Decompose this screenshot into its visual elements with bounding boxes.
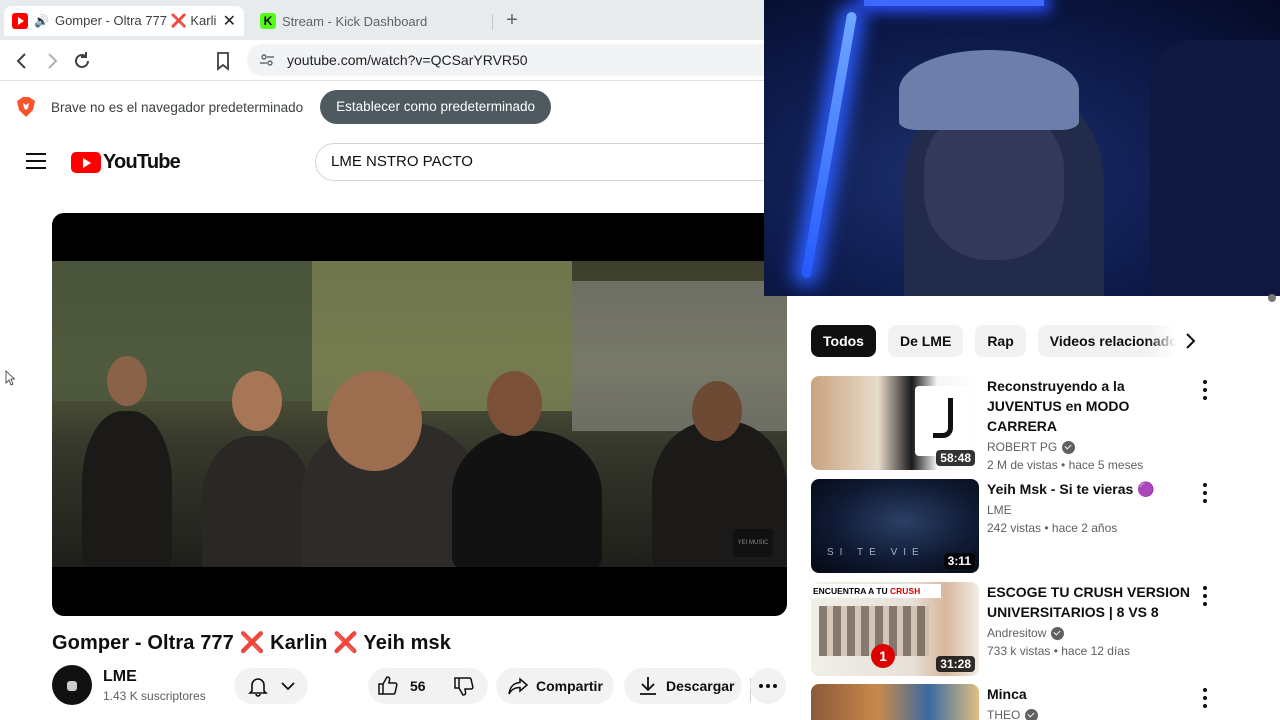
recommendation-item[interactable]: SI TE VIE 3:11 Yeih Msk - Si te vieras 🟣… [811,479,1231,573]
site-settings-icon[interactable] [259,52,275,68]
menu-icon[interactable] [26,153,46,169]
filter-chip-bar: Todos De LME Rap Videos relacionados [811,325,1176,357]
forward-icon[interactable] [40,49,64,73]
logo-wordmark: YouTube [103,151,181,173]
chevron-down-icon [281,682,295,691]
download-label: Descargar [666,678,735,694]
recommendation-item[interactable]: Minca THEO [811,684,1231,720]
tab-title: Stream - Kick Dashboard [282,13,428,29]
video-meta: 242 vistas • hace 2 años [987,521,1118,535]
rank-badge: 1 [871,644,895,668]
scrollbar-thumb[interactable] [1268,294,1276,302]
notification-button[interactable] [234,668,308,704]
back-icon[interactable] [10,49,34,73]
more-horizontal-icon [759,684,777,688]
more-vertical-icon[interactable] [1201,380,1209,400]
brave-lion-icon [17,97,35,117]
like-button[interactable]: 56 [368,668,751,704]
video-title[interactable]: Reconstruyendo a la JUVENTUS en MODO CAR… [987,376,1197,436]
video-duration: 58:48 [936,450,975,466]
video-owner-row: LME 1.43 K suscriptores 56 Compartir Des… [52,664,787,706]
speaker-icon[interactable]: 🔊 [34,14,49,28]
video-title: Gomper - Oltra 777 ❌ Karlin ❌ Yeih msk [52,632,451,654]
download-button[interactable]: Descargar [624,668,742,704]
video-thumbnail[interactable] [811,684,979,720]
video-title[interactable]: ESCOGE TU CRUSH VERSION UNIVERSITARIOS |… [987,582,1197,622]
download-icon [640,677,656,695]
video-thumbnail[interactable]: ENCUENTRA A TU CRUSH 1 31:28 [811,582,979,676]
thumbs-up-icon [378,676,398,695]
share-label: Compartir [536,678,603,694]
channel-name[interactable]: LME [103,668,137,686]
youtube-play-icon [71,152,101,173]
tab-title: Gomper - Oltra 777 ❌ Karlin [54,13,217,28]
recommendation-item[interactable]: 58:48 Reconstruyendo a la JUVENTUS en MO… [811,376,1231,472]
verified-badge-icon [1051,626,1065,640]
share-button[interactable]: Compartir [496,668,614,704]
verified-badge-icon [1025,708,1039,720]
chip-de-lme[interactable]: De LME [887,325,964,357]
more-vertical-icon[interactable] [1201,688,1209,708]
more-vertical-icon[interactable] [1201,483,1209,503]
channel-name[interactable]: LME [987,503,1012,517]
video-title[interactable]: Yeih Msk - Si te vieras 🟣 [987,479,1197,499]
video-duration: 31:28 [936,656,975,672]
url-text: youtube.com/watch?v=QCSarYRVR50 [287,52,528,68]
new-tab-button[interactable]: + [502,8,522,32]
set-default-button[interactable]: Establecer como predeterminado [320,90,552,124]
video-meta: 733 k vistas • hace 12 días [987,644,1130,658]
verified-badge-icon [1062,440,1076,454]
video-meta: 2 M de vistas • hace 5 meses [987,458,1144,472]
bookmark-icon[interactable] [211,49,235,73]
tab-kick-dashboard[interactable]: K Stream - Kick Dashboard [252,6,492,36]
more-actions-button[interactable] [750,668,786,704]
thumbnail-text: ENCUENTRA A TU CRUSH [811,584,941,598]
chip-rap[interactable]: Rap [975,325,1026,357]
video-watermark: YEI MUSIC [733,529,773,557]
search-input[interactable]: LME NSTRO PACTO [315,143,785,181]
like-count: 56 [410,678,426,694]
tab-divider [492,14,493,30]
bell-icon [248,678,268,697]
youtube-favicon-icon [12,13,28,29]
address-bar-row: youtube.com/watch?v=QCSarYRVR50 [0,40,777,81]
subscriber-count: 1.43 K suscriptores [103,689,206,703]
default-browser-infobar: Brave no es el navegador predeterminado … [0,81,764,133]
share-icon [508,677,529,695]
video-thumbnail[interactable]: 58:48 [811,376,979,470]
channel-name[interactable]: THEO [987,708,1020,720]
video-duration: 3:11 [943,553,975,569]
youtube-header: YouTube LME NSTRO PACTO [0,133,785,191]
channel-name[interactable]: Andresitow [987,626,1046,640]
video-thumbnail[interactable]: SI TE VIE 3:11 [811,479,979,573]
chip-videos-relacionados[interactable]: Videos relacionados [1037,325,1176,357]
video-title[interactable]: Minca [987,684,1197,704]
reload-icon[interactable] [70,49,94,73]
browser-tab-strip: 🔊 Gomper - Oltra 777 ❌ Karlin ✕ K Stream… [0,0,764,40]
close-tab-icon[interactable]: ✕ [223,11,236,31]
more-vertical-icon[interactable] [1201,586,1209,606]
kick-favicon-icon: K [260,13,276,29]
webcam-overlay [764,0,1280,296]
recommendation-item[interactable]: ENCUENTRA A TU CRUSH 1 31:28 ESCOGE TU C… [811,582,1231,676]
channel-avatar[interactable] [52,665,92,705]
mouse-cursor-icon [5,370,15,386]
video-frame: YEI MUSIC [52,261,787,567]
infobar-message: Brave no es el navegador predeterminado [51,99,304,115]
chip-todos[interactable]: Todos [811,325,876,357]
video-player[interactable]: YEI MUSIC [52,213,787,616]
thumbs-down-icon[interactable] [452,674,476,698]
tab-youtube[interactable]: 🔊 Gomper - Oltra 777 ❌ Karlin ✕ [4,6,244,36]
youtube-logo[interactable]: YouTube [71,151,181,174]
channel-name[interactable]: ROBERT PG [987,440,1057,454]
chevron-right-icon[interactable] [1178,329,1202,353]
thumbnail-text: SI TE VIE [827,547,925,558]
url-field[interactable]: youtube.com/watch?v=QCSarYRVR50 [247,44,777,76]
